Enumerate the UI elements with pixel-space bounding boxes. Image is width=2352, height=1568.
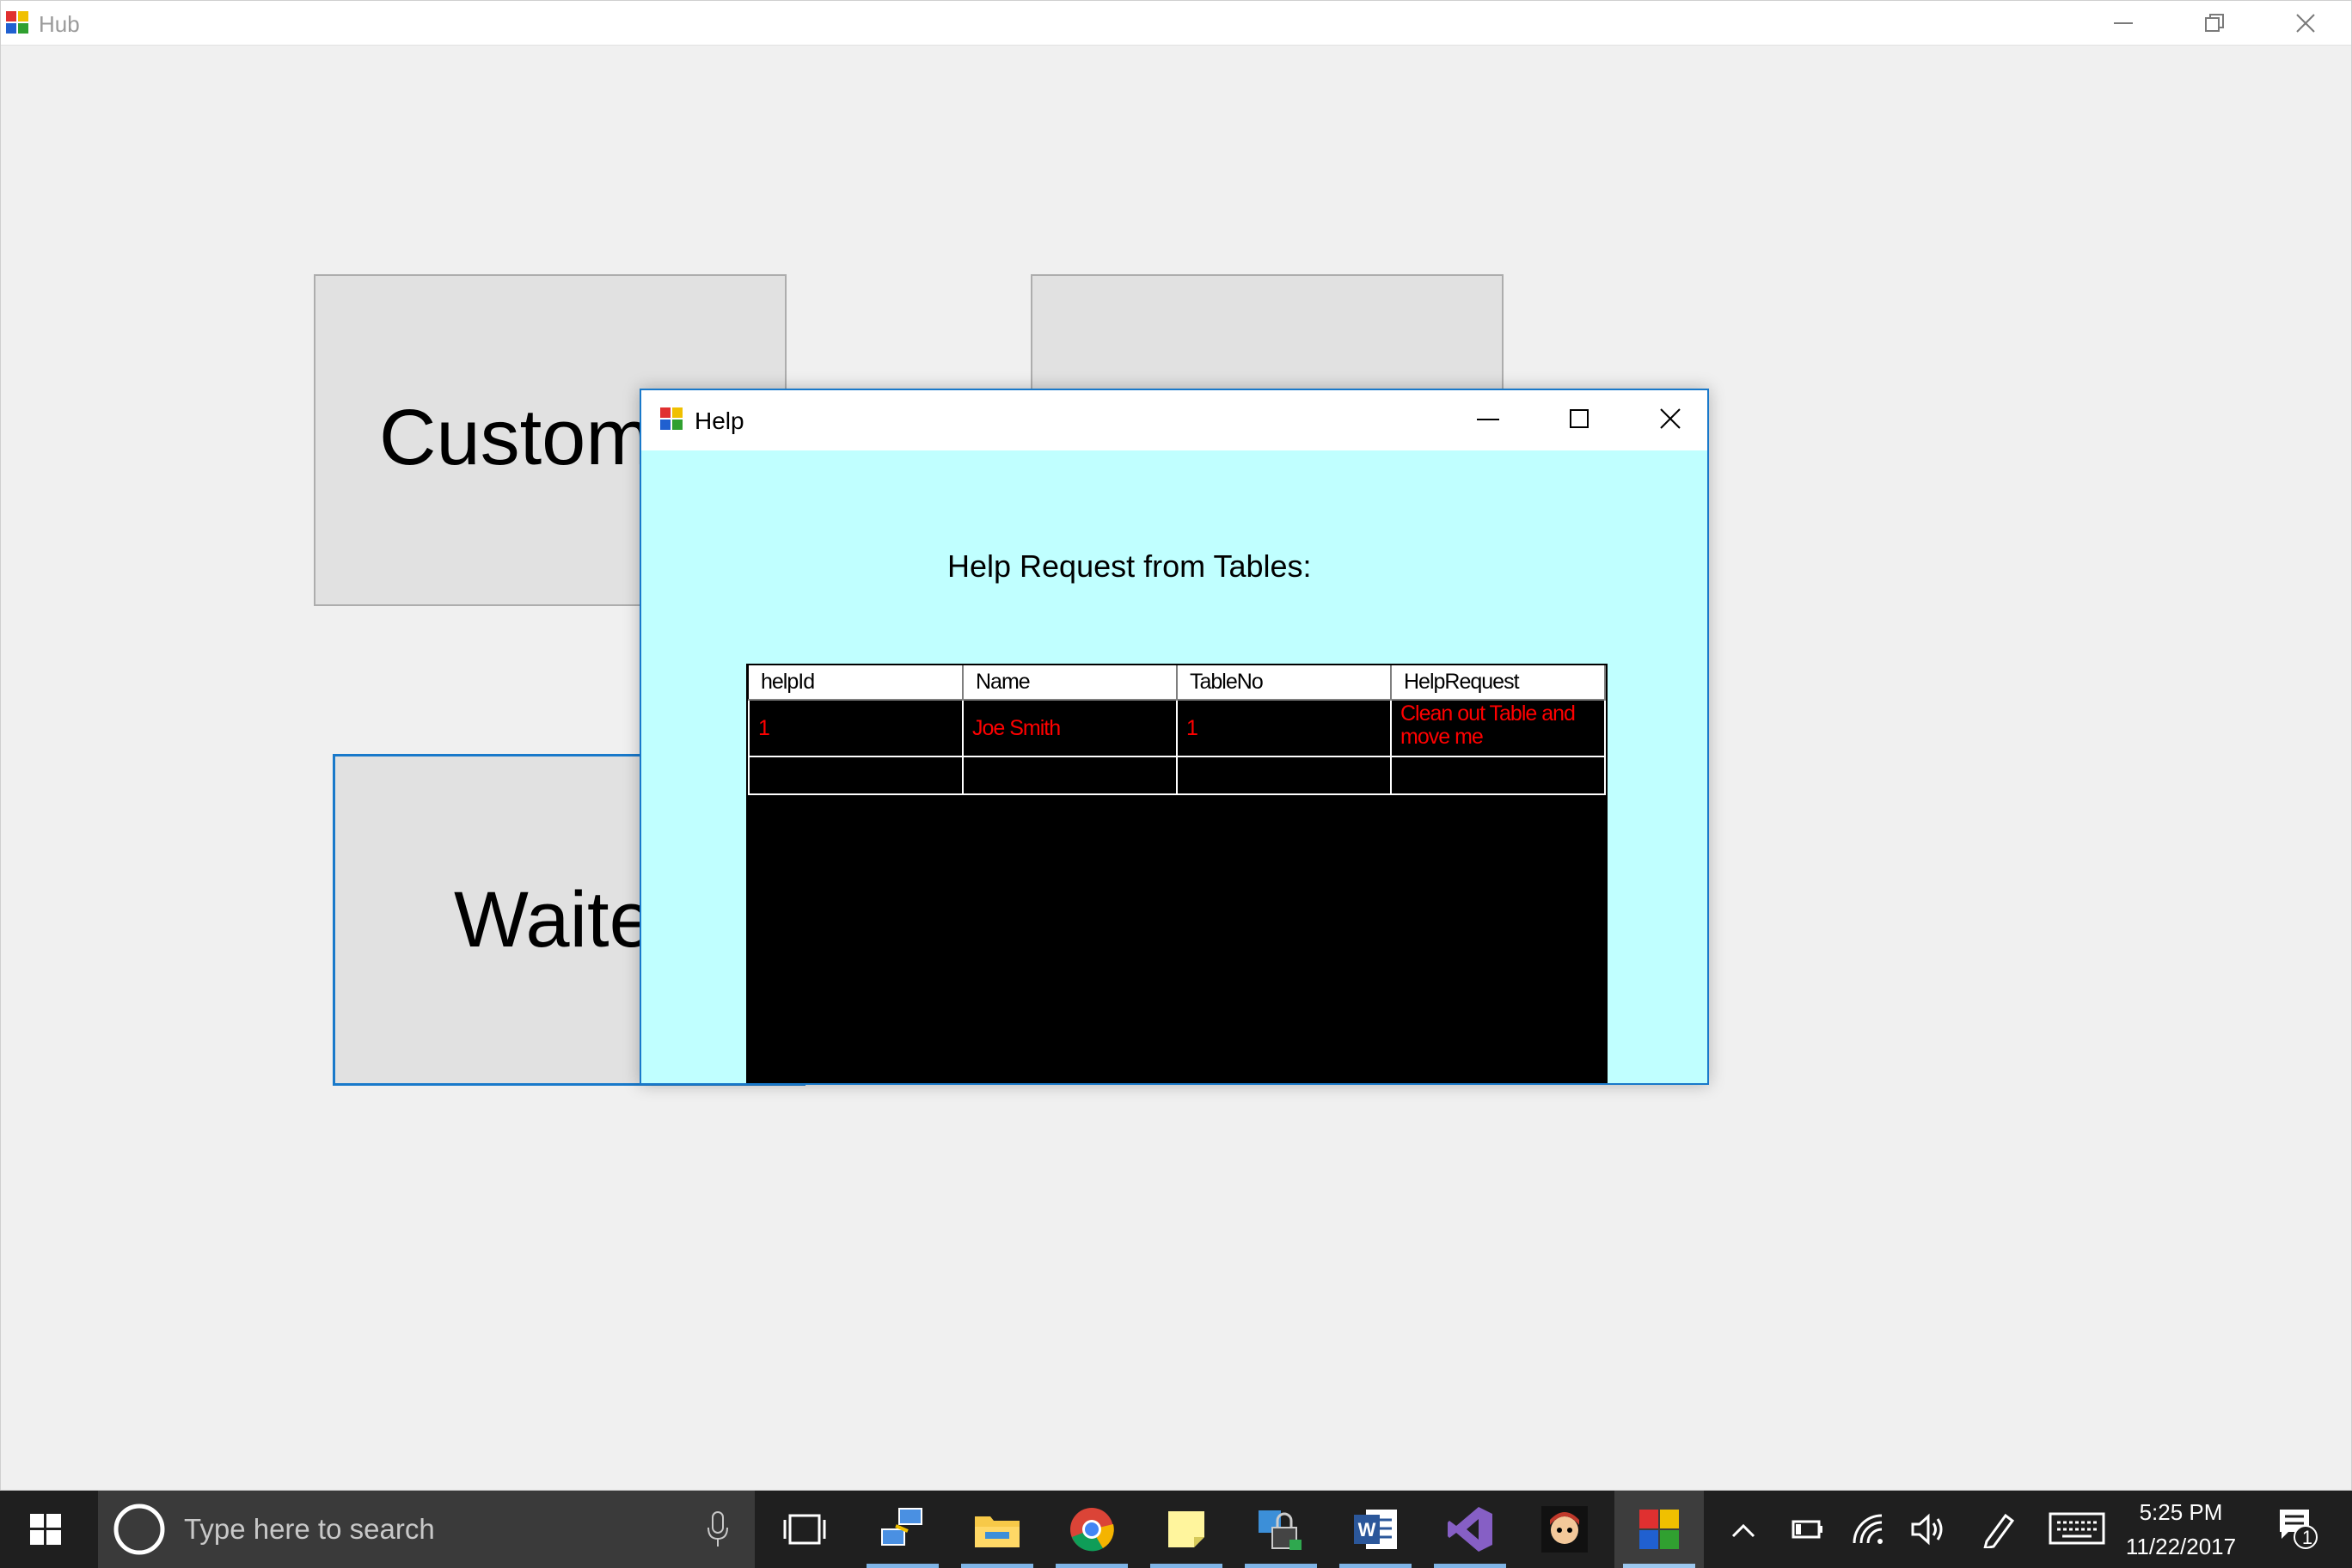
window-title: Hub: [39, 11, 80, 37]
notification-count: 1: [2301, 1527, 2313, 1548]
battery-icon: [1792, 1520, 1822, 1539]
cell-helprequest[interactable]: Clean out Table and move me: [1390, 699, 1606, 757]
hub-app-icon: [1639, 1510, 1679, 1549]
help-titlebar[interactable]: Help: [641, 390, 1707, 450]
visual-studio-icon: [1448, 1507, 1492, 1552]
column-header-tableno[interactable]: TableNo: [1177, 665, 1392, 701]
new-row[interactable]: [748, 756, 1606, 795]
task-view-icon: [783, 1514, 826, 1545]
taskbar-game-app[interactable]: [1520, 1491, 1609, 1568]
volume-button[interactable]: [1898, 1491, 1958, 1568]
touch-keyboard-button[interactable]: [2043, 1491, 2111, 1568]
help-minimize-button[interactable]: [1444, 390, 1535, 450]
windows-icon: [30, 1514, 61, 1545]
show-hidden-icons-button[interactable]: [1718, 1491, 1769, 1568]
help-heading: Help Request from Tables:: [947, 548, 1312, 584]
cortana-icon: [113, 1504, 165, 1555]
help-maximize-button[interactable]: [1535, 390, 1626, 450]
new-cell-helpid[interactable]: [748, 756, 964, 795]
new-cell-name[interactable]: [962, 756, 1178, 795]
active-indicator: [1623, 1564, 1695, 1568]
clock[interactable]: 5:25 PM 11/22/2017: [2116, 1491, 2245, 1568]
word-icon: W: [1354, 1510, 1397, 1549]
grid-header-row: helpId Name TableNo HelpRequest: [749, 665, 1606, 701]
lock-icon: [1259, 1510, 1302, 1550]
help-requests-grid[interactable]: helpId Name TableNo HelpRequest 1 Joe Sm…: [746, 664, 1608, 1083]
taskbar-chrome[interactable]: [1047, 1491, 1136, 1568]
column-header-helprequest[interactable]: HelpRequest: [1391, 665, 1606, 701]
running-indicator: [1245, 1564, 1317, 1568]
app-icon: [6, 11, 30, 35]
taskbar-hub-app[interactable]: [1614, 1491, 1704, 1568]
clock-date: 11/22/2017: [2125, 1534, 2237, 1559]
svg-text:W: W: [1358, 1519, 1376, 1540]
search-placeholder: Type here to search: [184, 1513, 435, 1545]
search-box[interactable]: Type here to search: [98, 1491, 755, 1568]
speaker-icon: [1911, 1513, 1943, 1546]
wifi-button[interactable]: [1838, 1491, 1898, 1568]
column-header-helpid[interactable]: helpId: [749, 665, 964, 701]
cell-helpid[interactable]: 1: [748, 699, 964, 757]
help-dialog: Help Help Request from Tables: helpId Na…: [640, 389, 1709, 1085]
minimize-button[interactable]: [2078, 1, 2169, 46]
chevron-up-icon: [1731, 1523, 1755, 1538]
taskbar-visual-studio[interactable]: [1425, 1491, 1515, 1568]
close-button[interactable]: [2260, 1, 2351, 46]
cell-tableno[interactable]: 1: [1176, 699, 1392, 757]
new-cell-tableno[interactable]: [1176, 756, 1392, 795]
pen-workspace-button[interactable]: [1969, 1491, 2029, 1568]
taskbar-secure-app[interactable]: [1236, 1491, 1326, 1568]
close-icon: [1660, 408, 1681, 429]
chrome-icon: [1070, 1508, 1114, 1552]
table-row[interactable]: 1 Joe Smith 1 Clean out Table and move m…: [748, 699, 1606, 757]
running-indicator: [1056, 1564, 1128, 1568]
maximize-icon: [1570, 409, 1589, 428]
restore-icon: [2205, 14, 2224, 32]
running-indicator: [1150, 1564, 1222, 1568]
running-indicator: [867, 1564, 939, 1568]
hub-titlebar[interactable]: Hub: [1, 1, 2351, 46]
clock-time: 5:25 PM: [2139, 1499, 2223, 1525]
minimize-icon: [2114, 22, 2133, 24]
battery-button[interactable]: [1778, 1491, 1838, 1568]
running-indicator: [961, 1564, 1033, 1568]
start-button[interactable]: [0, 1491, 91, 1568]
taskbar: Type here to search W 5:25 PM 11/22/2017…: [0, 1491, 2352, 1568]
close-icon: [2296, 14, 2315, 33]
task-view-button[interactable]: [760, 1491, 849, 1568]
action-center-button[interactable]: 1: [2263, 1491, 2335, 1568]
keyboard-icon: [2049, 1512, 2105, 1545]
help-requests-table: helpId Name TableNo HelpRequest 1 Joe Sm…: [748, 665, 1606, 795]
taskbar-file-explorer[interactable]: [952, 1491, 1042, 1568]
pen-icon: [1983, 1513, 2015, 1548]
minimize-icon: [1477, 419, 1499, 420]
help-app-icon: [660, 407, 684, 432]
column-header-name[interactable]: Name: [963, 665, 1178, 701]
running-indicator: [1339, 1564, 1412, 1568]
taskbar-network-app[interactable]: [858, 1491, 947, 1568]
running-indicator: [1434, 1564, 1506, 1568]
network-app-icon: [881, 1508, 922, 1546]
sticky-notes-icon: [1168, 1511, 1204, 1547]
new-cell-helprequest[interactable]: [1390, 756, 1606, 795]
taskbar-sticky-notes[interactable]: [1142, 1491, 1231, 1568]
help-close-button[interactable]: [1626, 390, 1718, 450]
restore-button[interactable]: [2169, 1, 2260, 46]
cell-name[interactable]: Joe Smith: [962, 699, 1178, 757]
microphone-icon[interactable]: [705, 1510, 731, 1548]
taskbar-word[interactable]: W: [1331, 1491, 1420, 1568]
game-character-icon: [1541, 1506, 1588, 1553]
help-window-title: Help: [695, 407, 744, 434]
wifi-icon: [1853, 1514, 1883, 1544]
folder-icon: [975, 1516, 1020, 1547]
